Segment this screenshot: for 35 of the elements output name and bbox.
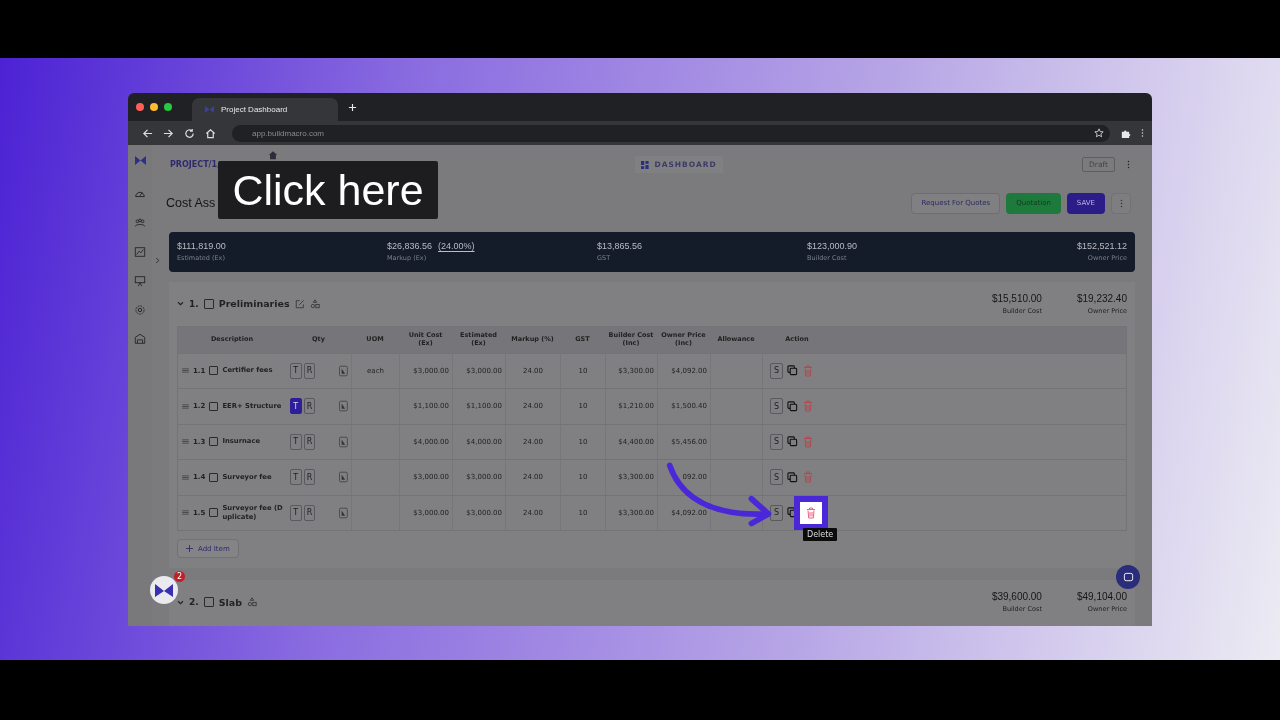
tag-toggle[interactable]: T bbox=[290, 433, 302, 450]
tag-toggle[interactable]: R bbox=[303, 362, 316, 379]
breadcrumb[interactable]: PROJECT/1, bbox=[170, 160, 221, 170]
browser-tab[interactable]: Project Dashboard bbox=[192, 98, 338, 121]
summary-value: $123,000.90 bbox=[807, 241, 858, 252]
tag-toggle[interactable]: T bbox=[290, 398, 302, 415]
section-number: 2. bbox=[189, 597, 199, 607]
summary-value: $152,521.12 bbox=[1076, 241, 1127, 252]
total-value: $49,104.00 bbox=[1076, 591, 1127, 602]
section-title: Preliminaries bbox=[218, 298, 290, 309]
total-value: $19,232.40 bbox=[1076, 292, 1127, 304]
tag-toggle[interactable]: R bbox=[303, 433, 316, 450]
tag-toggle[interactable]: R bbox=[303, 469, 316, 486]
summary-value: $111,819.00 bbox=[177, 241, 226, 252]
tag-toggle[interactable]: S bbox=[770, 433, 783, 450]
summary-value: $26,836.56 bbox=[387, 241, 433, 252]
total-value: $39,600.00 bbox=[991, 591, 1042, 602]
tag-toggle[interactable]: T bbox=[290, 469, 302, 486]
tag-toggle[interactable]: S bbox=[770, 362, 783, 379]
tag-toggle[interactable]: S bbox=[770, 469, 783, 486]
tag-toggle[interactable]: R bbox=[303, 398, 316, 415]
section-number: 1. bbox=[189, 298, 199, 309]
tag-toggle[interactable]: T bbox=[290, 504, 302, 521]
tag-toggle[interactable]: S bbox=[770, 504, 783, 521]
address-field[interactable]: app.buildmacro.com bbox=[232, 124, 1110, 142]
markup-percent-link[interactable]: (24.00%) bbox=[438, 241, 475, 252]
notification-badge: 2 bbox=[174, 571, 185, 582]
tag-toggle[interactable]: S bbox=[770, 398, 783, 415]
summary-value: $13,865.56 bbox=[597, 241, 643, 252]
page-title: Cost Ass bbox=[166, 196, 216, 211]
section-title: Slab bbox=[218, 596, 242, 608]
tag-toggle[interactable]: R bbox=[303, 504, 316, 521]
tag-toggle[interactable]: T bbox=[290, 362, 302, 379]
total-value: $15,510.00 bbox=[991, 292, 1042, 304]
tutorial-callout: Click here bbox=[218, 161, 438, 219]
